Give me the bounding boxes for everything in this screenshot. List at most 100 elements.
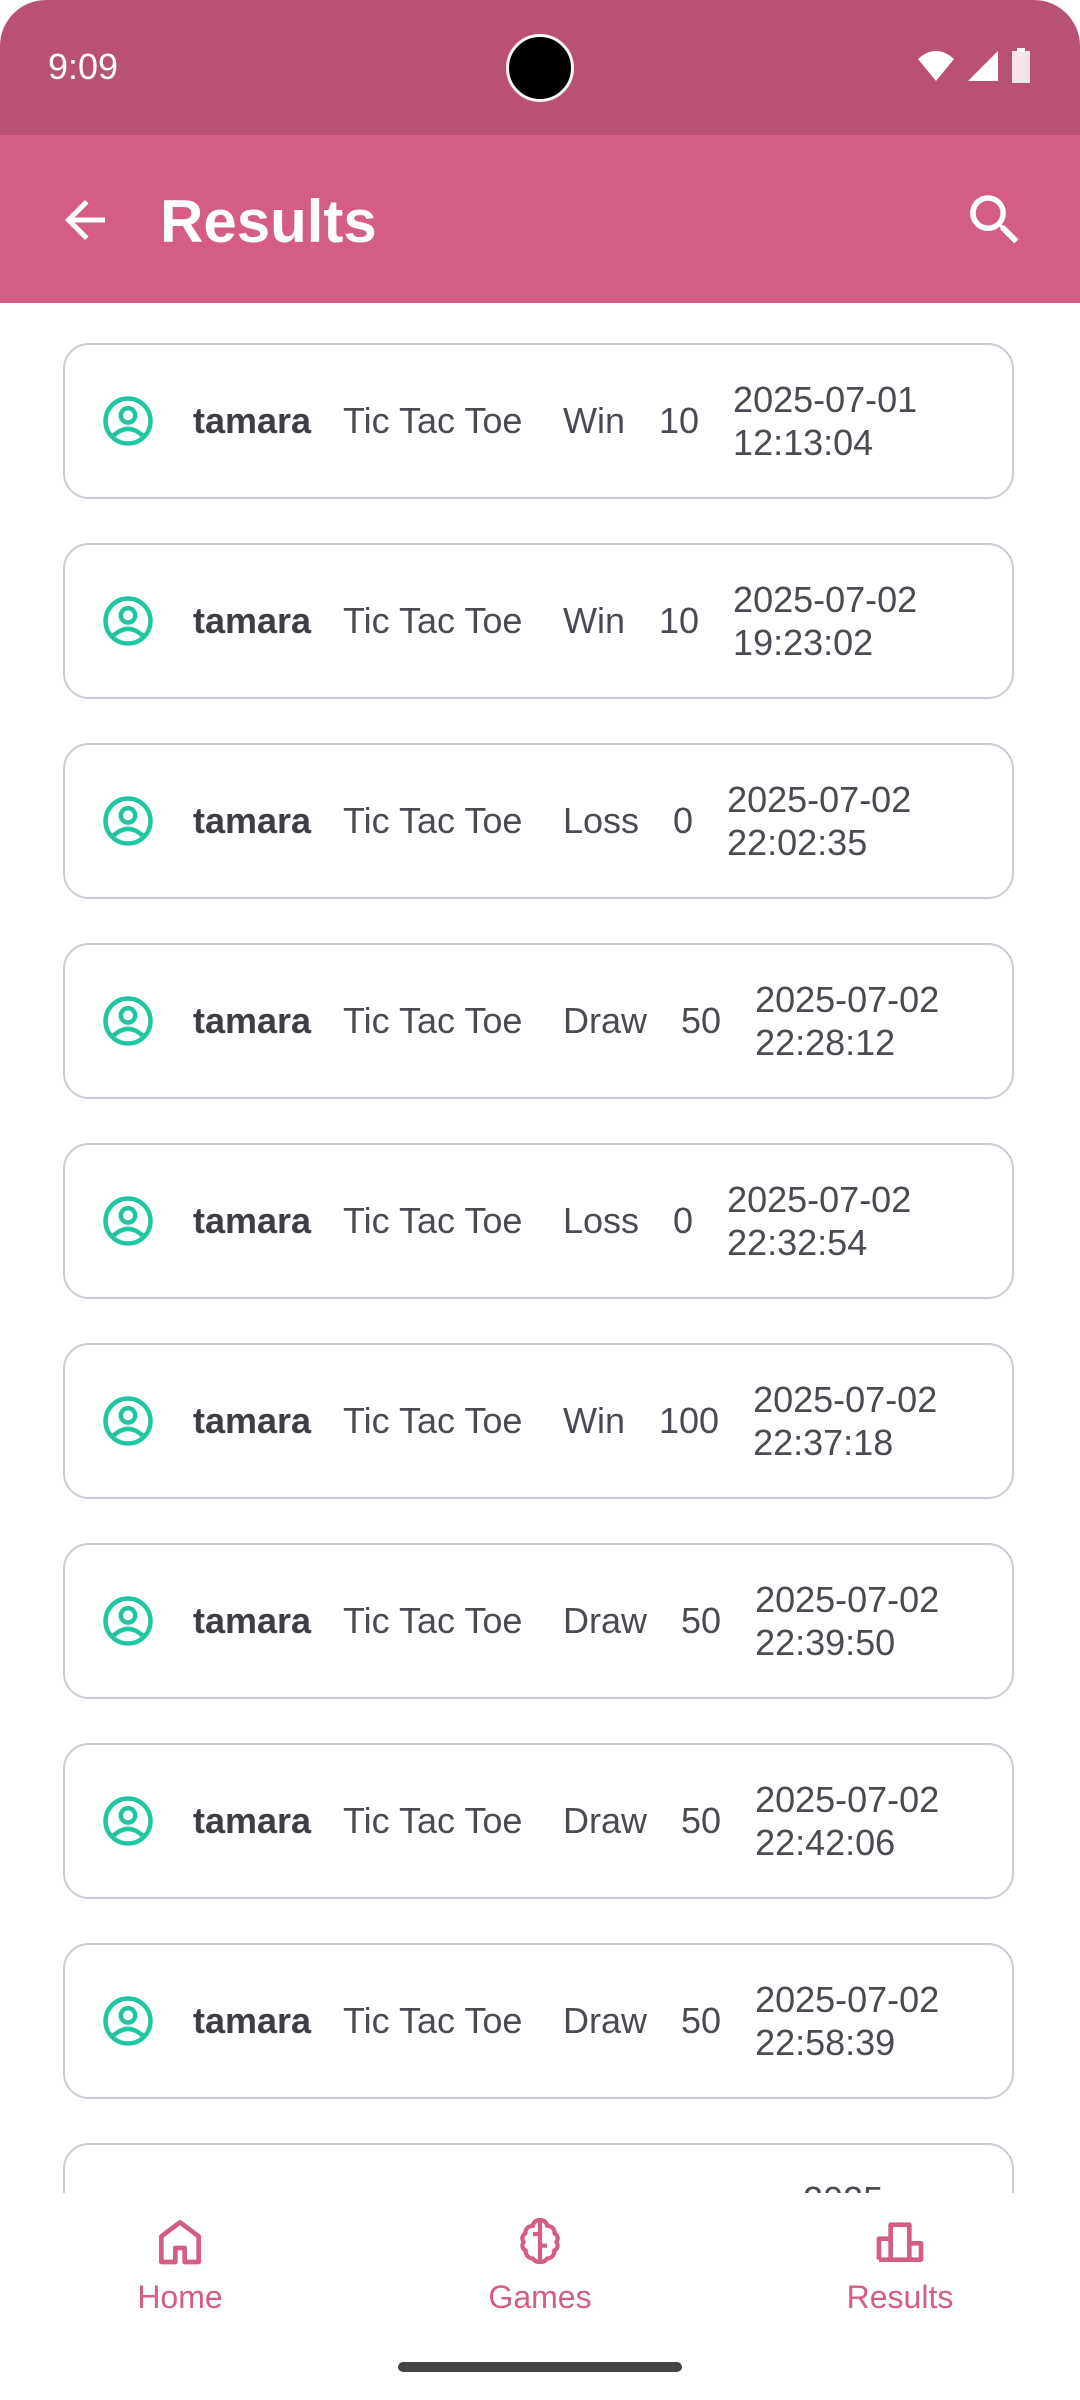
result-card[interactable]: tamara Tic Tac Toe Draw 50 2025-07-02 22… bbox=[63, 1943, 1014, 2099]
result-player: tamara bbox=[193, 400, 312, 441]
battery-icon bbox=[1012, 48, 1030, 83]
leaderboard-icon bbox=[876, 2222, 924, 2262]
app-bar: Results bbox=[0, 135, 1080, 303]
result-outcome: Draw bbox=[563, 2000, 648, 2041]
result-time: 12:13:04 bbox=[733, 422, 874, 463]
account-circle-icon bbox=[103, 596, 153, 646]
result-game: Tic Tac Toe bbox=[343, 1200, 523, 1241]
search-button[interactable] bbox=[950, 175, 1040, 265]
result-date: 2025-07-02 bbox=[727, 1179, 912, 1220]
result-outcome: Loss bbox=[563, 1200, 640, 1241]
result-time: 22:32:54 bbox=[727, 1222, 868, 1263]
result-date: 2025-07-02 bbox=[753, 1379, 938, 1420]
result-card[interactable]: tamara Tic Tac Toe Draw 50 2025-07-02 22… bbox=[63, 1543, 1014, 1699]
result-time: 22:58:39 bbox=[755, 2022, 896, 2063]
search-icon bbox=[970, 195, 1019, 244]
account-circle-icon bbox=[103, 1996, 153, 2046]
result-game: Tic Tac Toe bbox=[343, 1000, 523, 1041]
result-score: 10 bbox=[659, 600, 700, 641]
home-icon bbox=[159, 2220, 202, 2265]
nav-label-home: Home bbox=[137, 2279, 223, 2315]
result-datetime: 2025-07-02 22:28:12 bbox=[755, 978, 939, 1064]
status-time: 9:09 bbox=[48, 46, 119, 87]
result-datetime: 2025-07-02 22:37:18 bbox=[753, 1378, 937, 1464]
nav-label-results: Results bbox=[846, 2279, 954, 2315]
result-card[interactable]: tamara Tic Tac Toe Win 10 2025-07-01 12:… bbox=[63, 343, 1014, 499]
account-circle-icon bbox=[103, 396, 153, 446]
result-score: 50 bbox=[681, 1000, 722, 1041]
results-list[interactable]: tamara Tic Tac Toe Win 10 2025-07-01 12:… bbox=[0, 303, 1080, 2193]
status-bar: 9:09 bbox=[0, 0, 1080, 135]
result-time: 22:28:12 bbox=[755, 1022, 896, 1063]
result-card[interactable]: tamara Tic Tac Toe Win 100 2025-07-02 22… bbox=[63, 1343, 1014, 1499]
result-score: 0 bbox=[673, 1200, 694, 1241]
result-date: 2025- bbox=[803, 2179, 895, 2193]
page-title: Results bbox=[160, 188, 377, 255]
result-card[interactable]: 2025- bbox=[63, 2143, 1014, 2193]
result-card[interactable]: tamara Tic Tac Toe Win 10 2025-07-02 19:… bbox=[63, 543, 1014, 699]
result-date: 2025-07-02 bbox=[733, 579, 918, 620]
result-time: 19:23:02 bbox=[733, 622, 874, 663]
result-score: 100 bbox=[659, 1400, 720, 1441]
result-date: 2025-07-02 bbox=[755, 979, 940, 1020]
camera-cutout bbox=[506, 34, 574, 102]
arrow-back-icon bbox=[65, 200, 105, 240]
result-time: 22:42:06 bbox=[755, 1822, 896, 1863]
nav-item-home[interactable]: Home bbox=[80, 2213, 280, 2316]
result-game: Tic Tac Toe bbox=[343, 600, 523, 641]
nav-label-games: Games bbox=[488, 2279, 592, 2315]
result-card[interactable]: tamara Tic Tac Toe Loss 0 2025-07-02 22:… bbox=[63, 1143, 1014, 1299]
account-circle-icon bbox=[103, 1396, 153, 1446]
result-datetime: 2025-07-02 22:58:39 bbox=[755, 1978, 939, 2064]
result-datetime: 2025-07-02 22:02:35 bbox=[727, 778, 911, 864]
result-date: 2025-07-02 bbox=[755, 1579, 940, 1620]
result-card[interactable]: tamara Tic Tac Toe Loss 0 2025-07-02 22:… bbox=[63, 743, 1014, 899]
result-datetime: 2025-07-02 19:23:02 bbox=[733, 578, 917, 664]
account-circle-icon bbox=[103, 1796, 153, 1846]
nav-item-games[interactable]: Games bbox=[440, 2213, 640, 2316]
brain-icon bbox=[520, 2217, 560, 2265]
result-datetime: 2025-07-01 12:13:04 bbox=[733, 378, 917, 464]
back-button[interactable] bbox=[40, 175, 130, 265]
account-circle-icon bbox=[103, 996, 153, 1046]
result-card[interactable]: tamara Tic Tac Toe Draw 50 2025-07-02 22… bbox=[63, 1743, 1014, 1899]
result-outcome: Draw bbox=[563, 1600, 648, 1641]
result-datetime: 2025-07-02 22:39:50 bbox=[755, 1578, 939, 1664]
result-game: Tic Tac Toe bbox=[343, 1800, 523, 1841]
result-player: tamara bbox=[193, 1200, 312, 1241]
result-player: tamara bbox=[193, 2000, 312, 2041]
result-outcome: Draw bbox=[563, 1000, 648, 1041]
result-player: tamara bbox=[193, 1400, 312, 1441]
result-score: 0 bbox=[673, 800, 694, 841]
result-date: 2025-07-02 bbox=[727, 779, 912, 820]
account-circle-icon bbox=[103, 1596, 153, 1646]
result-datetime: 2025-07-02 22:32:54 bbox=[727, 1178, 911, 1264]
result-outcome: Loss bbox=[563, 800, 640, 841]
wifi-icon bbox=[918, 51, 954, 81]
result-card[interactable]: tamara Tic Tac Toe Draw 50 2025-07-02 22… bbox=[63, 943, 1014, 1099]
result-score: 50 bbox=[681, 1600, 722, 1641]
result-game: Tic Tac Toe bbox=[343, 400, 523, 441]
result-player: tamara bbox=[193, 1800, 312, 1841]
result-score: 50 bbox=[681, 1800, 722, 1841]
result-time: 22:37:18 bbox=[753, 1422, 894, 1463]
result-game: Tic Tac Toe bbox=[343, 2000, 523, 2041]
result-outcome: Win bbox=[563, 1400, 625, 1441]
account-circle-icon bbox=[103, 796, 153, 846]
result-player: tamara bbox=[193, 1000, 312, 1041]
result-game: Tic Tac Toe bbox=[343, 1600, 523, 1641]
result-datetime: 2025-07-02 22:42:06 bbox=[755, 1778, 939, 1864]
result-game: Tic Tac Toe bbox=[343, 800, 523, 841]
account-circle-icon bbox=[103, 1196, 153, 1246]
home-indicator[interactable] bbox=[398, 2362, 682, 2372]
result-date: 2025-07-01 bbox=[733, 379, 918, 420]
result-outcome: Draw bbox=[563, 1800, 648, 1841]
result-time: 22:39:50 bbox=[755, 1622, 896, 1663]
result-outcome: Win bbox=[563, 600, 625, 641]
result-date: 2025-07-02 bbox=[755, 1779, 940, 1820]
result-score: 10 bbox=[659, 400, 700, 441]
nav-item-results[interactable]: Results bbox=[800, 2213, 1000, 2316]
result-game: Tic Tac Toe bbox=[343, 1400, 523, 1441]
result-player: tamara bbox=[193, 600, 312, 641]
result-time: 22:02:35 bbox=[727, 822, 868, 863]
